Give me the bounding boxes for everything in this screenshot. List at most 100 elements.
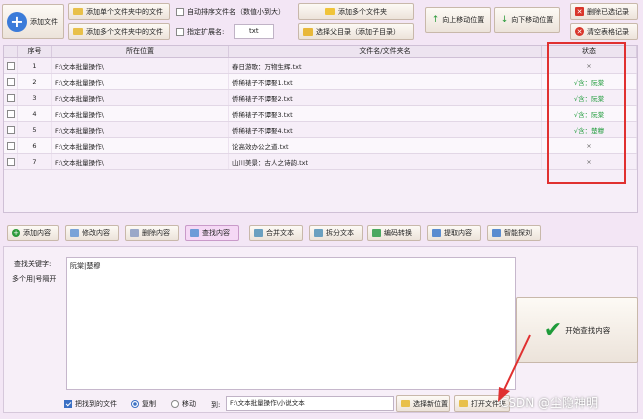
row-checkbox[interactable]	[6, 93, 15, 102]
tab-add-content[interactable]: + 添加内容	[7, 225, 59, 241]
table-row[interactable]: 4 F:\文本批量操作\ 侨稀裱子不谭娶3.txt √含：阮棠	[4, 106, 637, 122]
row-name: 侨稀裱子不谭娶4.txt	[229, 122, 542, 137]
tab-extract-content[interactable]: 提取内容	[427, 225, 481, 241]
tab-modify-content[interactable]: 修改内容	[65, 225, 119, 241]
folder-icon	[401, 400, 410, 407]
move-down-button[interactable]: ↓ 向下移动位置	[494, 7, 560, 33]
arrow-down-icon: ↓	[500, 15, 509, 25]
radio-icon	[171, 400, 179, 408]
ext-input[interactable]: txt	[234, 24, 274, 39]
table-row[interactable]: 5 F:\文本批量操作\ 侨稀裱子不谭娶4.txt √含：楚穆	[4, 122, 637, 138]
function-tabs: + 添加内容 修改内容 删除内容 查找内容 合并文本 拆分文本 编码转换 提取内…	[3, 222, 638, 244]
table-row[interactable]: 2 F:\文本批量操作\ 侨稀裱子不谭娶1.txt √含：阮棠	[4, 74, 637, 90]
tab-find-content[interactable]: 查找内容	[185, 225, 239, 241]
table-row[interactable]: 6 F:\文本批量操作\ 论高效办公之道.txt ×	[4, 138, 637, 154]
row-name: 侨稀裱子不谭娶2.txt	[229, 90, 542, 105]
smart-icon	[492, 229, 501, 237]
folder-tree-icon	[303, 27, 313, 36]
specify-ext-checkbox[interactable]: 指定扩展名:	[176, 27, 224, 37]
clear-table-button[interactable]: ✕ 清空表格记录	[570, 23, 638, 40]
keyword-label: 查找关键字:	[14, 260, 52, 268]
row-index: 7	[18, 154, 52, 169]
row-name: 山川美景：古人之诗韵.txt	[229, 154, 542, 169]
tab-split-text[interactable]: 拆分文本	[309, 225, 363, 241]
table-row[interactable]: 7 F:\文本批量操作\ 山川美景：古人之诗韵.txt ×	[4, 154, 637, 170]
delete-selected-button[interactable]: ✕ 删除已选记录	[570, 3, 638, 20]
row-checkbox[interactable]	[6, 141, 15, 150]
split-icon	[314, 229, 323, 237]
add-file-label: 添加文件	[30, 17, 58, 26]
add-file-button[interactable]: + 添加文件	[2, 4, 64, 39]
add-single-folder-button[interactable]: 添加单个文件夹中的文件	[68, 3, 170, 20]
row-location: F:\文本批量操作\	[52, 58, 229, 73]
auto-sort-checkbox[interactable]: 自动排序文件名（数值小到大）	[176, 7, 285, 17]
move-radio[interactable]: 移动	[171, 399, 196, 409]
header-location: 所在位置	[52, 46, 229, 57]
find-panel: 查找关键字: 多个用|号隔开 阮棠|楚穆 ✔ 开始查找内容 把找到的文件 复制 …	[3, 246, 638, 413]
tab-delete-content[interactable]: 删除内容	[125, 225, 179, 241]
start-find-button[interactable]: ✔ 开始查找内容	[516, 297, 638, 363]
select-parent-button[interactable]: 选择父目录（添加子目录）	[298, 23, 414, 40]
row-location: F:\文本批量操作\	[52, 154, 229, 169]
file-table: 序号 所在位置 文件名/文件夹名 状态 1 F:\文本批量操作\ 春日游歌：万物生辉…	[3, 45, 638, 213]
table-row[interactable]: 1 F:\文本批量操作\ 春日游歌：万物生辉.txt ×	[4, 58, 637, 74]
folders-icon	[73, 28, 83, 35]
header-index: 序号	[18, 46, 52, 57]
add-multi-dirs-button[interactable]: 添加多个文件夹	[298, 3, 414, 20]
row-location: F:\文本批量操作\	[52, 74, 229, 89]
row-name: 论高效办公之道.txt	[229, 138, 542, 153]
tab-encoding-convert[interactable]: 编码转换	[367, 225, 421, 241]
radio-selected-icon	[131, 400, 139, 408]
row-checkbox[interactable]	[6, 157, 15, 166]
arrow-up-icon: ↑	[431, 15, 440, 25]
row-name: 侨稀裱子不谭娶1.txt	[229, 74, 542, 89]
dest-path-input[interactable]: F:\文本批量操作\小说文本	[226, 396, 394, 411]
table-body: 1 F:\文本批量操作\ 春日游歌：万物生辉.txt × 2 F:\文本批量操作\ 侨稀裱子…	[4, 58, 637, 170]
row-name: 侨稀裱子不谭娶3.txt	[229, 106, 542, 121]
row-name: 春日游歌：万物生辉.txt	[229, 58, 542, 73]
row-location: F:\文本批量操作\	[52, 138, 229, 153]
move-found-checkbox[interactable]: 把找到的文件	[64, 399, 117, 409]
delete-icon: ✕	[575, 7, 584, 16]
status-highlight	[547, 42, 626, 184]
row-location: F:\文本批量操作\	[52, 106, 229, 121]
choose-location-button[interactable]: 选择新位置	[396, 395, 450, 412]
folder-icon	[73, 8, 83, 15]
move-up-button[interactable]: ↑ 向上移动位置	[425, 7, 491, 33]
row-checkbox[interactable]	[6, 125, 15, 134]
delete-doc-icon	[130, 229, 139, 237]
header-name: 文件名/文件夹名	[229, 46, 542, 57]
row-index: 1	[18, 58, 52, 73]
clear-icon: ✕	[575, 27, 584, 36]
find-icon	[190, 229, 199, 237]
row-index: 2	[18, 74, 52, 89]
row-location: F:\文本批量操作\	[52, 90, 229, 105]
keyword-hint: 多个用|号隔开	[12, 275, 57, 283]
folder-icon	[325, 8, 335, 15]
table-row[interactable]: 3 F:\文本批量操作\ 侨稀裱子不谭娶2.txt √含：阮棠	[4, 90, 637, 106]
row-location: F:\文本批量操作\	[52, 122, 229, 137]
row-index: 5	[18, 122, 52, 137]
edit-icon	[70, 229, 79, 237]
row-checkbox[interactable]	[6, 109, 15, 118]
checkmark-icon: ✔	[543, 317, 563, 343]
copy-radio[interactable]: 复制	[131, 399, 156, 409]
row-checkbox[interactable]	[6, 77, 15, 86]
keywords-textarea[interactable]: 阮棠|楚穆	[66, 257, 516, 390]
extract-icon	[432, 229, 441, 237]
row-index: 3	[18, 90, 52, 105]
row-checkbox[interactable]	[6, 61, 15, 70]
tab-merge-text[interactable]: 合并文本	[249, 225, 303, 241]
merge-icon	[254, 229, 263, 237]
convert-icon	[372, 229, 381, 237]
tab-smart-detect[interactable]: 智能探刘	[487, 225, 541, 241]
add-icon: +	[7, 11, 27, 32]
open-folder-icon	[459, 400, 468, 407]
add-multi-folder-button[interactable]: 添加多个文件夹中的文件	[68, 23, 170, 40]
to-label: 到:	[211, 401, 221, 409]
table-header: 序号 所在位置 文件名/文件夹名 状态	[4, 46, 637, 58]
watermark: CSDN @尘隐神明	[500, 396, 599, 410]
row-index: 6	[18, 138, 52, 153]
row-index: 4	[18, 106, 52, 121]
plus-circle-icon: +	[12, 229, 20, 237]
